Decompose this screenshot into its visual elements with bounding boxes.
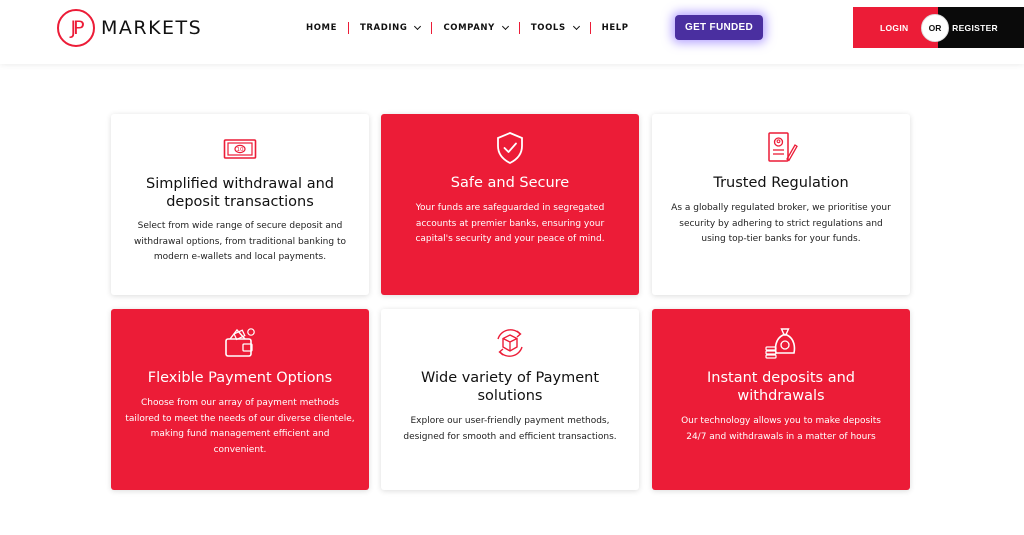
box-cycle-icon <box>497 329 523 357</box>
site-header: JP MARKETS HOME TRADING COMPANY TOOLS HE… <box>0 0 1024 64</box>
card-title: Trusted Regulation <box>713 175 849 191</box>
feature-card-flexible-payment: Flexible Payment Options Choose from our… <box>111 309 369 490</box>
feature-card-security: Safe and Secure Your funds are safeguard… <box>381 114 639 295</box>
nav-company-label: COMPANY <box>443 23 495 33</box>
nav-home-label: HOME <box>306 23 338 33</box>
card-text: Select from wide range of secure deposit… <box>134 221 346 262</box>
nav-tools[interactable]: TOOLS <box>530 22 580 33</box>
nav-trading[interactable]: TRADING <box>360 22 422 33</box>
banknote-icon: 10 <box>223 139 257 159</box>
card-title: Instant deposits and withdrawals <box>707 370 855 404</box>
chevron-down-icon <box>501 22 509 31</box>
money-bag-icon <box>765 328 796 359</box>
chevron-down-icon <box>572 22 580 31</box>
card-title: Simplified withdrawal and deposit transa… <box>146 176 334 210</box>
card-title: Wide variety of Payment solutions <box>420 370 600 404</box>
nav-help-label: HELP <box>601 23 629 33</box>
svg-text:10: 10 <box>237 147 244 153</box>
nav-divider <box>589 22 591 34</box>
wallet-icon <box>225 328 255 357</box>
shield-check-icon <box>497 132 523 165</box>
card-text: Choose from our array of payment methods… <box>125 398 355 455</box>
logo-mark: JP <box>57 9 95 47</box>
get-funded-button[interactable]: GET FUNDED <box>675 15 763 40</box>
nav-divider <box>518 22 520 34</box>
nav-trading-label: TRADING <box>360 23 408 33</box>
card-text: Our technology allows you to make deposi… <box>681 416 881 442</box>
auth-buttons: LOGIN REGISTER OR <box>853 7 1024 48</box>
nav-divider <box>431 22 433 34</box>
card-text: Your funds are safeguarded in segregated… <box>415 203 605 244</box>
feature-card-regulation: Trusted Regulation As a globally regulat… <box>652 114 910 295</box>
nav-home[interactable]: HOME <box>306 23 337 33</box>
card-title: Flexible Payment Options <box>147 370 333 386</box>
register-button[interactable]: REGISTER <box>938 7 1024 48</box>
certificate-icon <box>768 132 798 162</box>
feature-card-instant: Instant deposits and withdrawals Our tec… <box>652 309 910 490</box>
nav-tools-label: TOOLS <box>530 23 566 33</box>
or-badge: OR <box>921 14 949 42</box>
nav-company[interactable]: COMPANY <box>443 22 509 33</box>
nav-divider <box>348 22 350 34</box>
main-nav: HOME TRADING COMPANY TOOLS HELP <box>306 22 629 34</box>
feature-card-payment-solutions: Wide variety of Payment solutions Explor… <box>381 309 639 490</box>
logo-text: MARKETS <box>101 17 203 39</box>
logo[interactable]: JP MARKETS <box>57 9 202 47</box>
card-text: Explore our user-friendly payment method… <box>403 416 617 442</box>
nav-help[interactable]: HELP <box>602 23 629 33</box>
feature-card-withdrawal: 10 Simplified withdrawal and deposit tra… <box>111 114 369 295</box>
chevron-down-icon <box>414 22 422 31</box>
card-title: Safe and Secure <box>450 175 570 191</box>
card-text: As a globally regulated broker, we prior… <box>671 203 891 244</box>
